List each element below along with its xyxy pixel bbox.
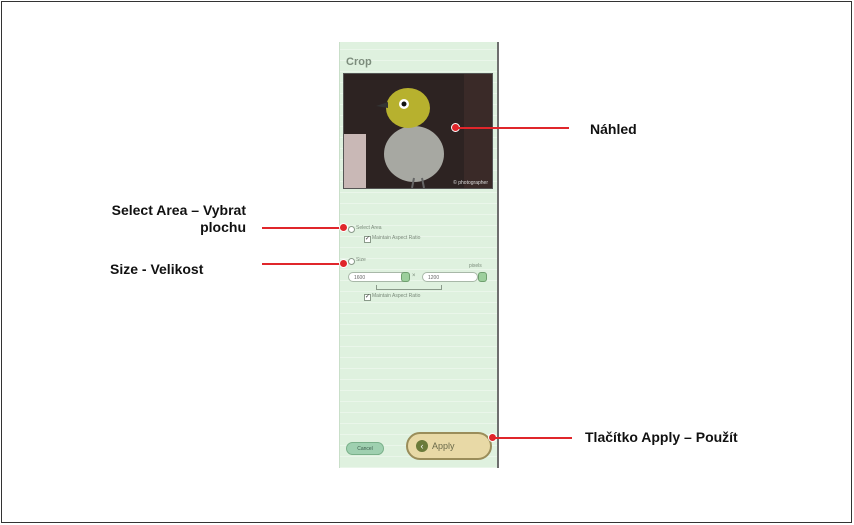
callout-size: Size - Velikost bbox=[110, 261, 204, 277]
width-stepper[interactable] bbox=[401, 272, 410, 282]
size-label: Size bbox=[356, 257, 366, 263]
height-input[interactable]: 1200 bbox=[422, 272, 478, 282]
back-arrow-icon: ‹ bbox=[416, 440, 428, 452]
crop-panel: Crop © photographer Select Area ✓ Mainta… bbox=[339, 42, 499, 468]
select-area-label: Select Area bbox=[356, 225, 382, 231]
cancel-button[interactable]: Cancel bbox=[346, 442, 384, 455]
callout-select-area-line2: plochu bbox=[200, 219, 246, 235]
preview-image: © photographer bbox=[343, 73, 493, 189]
maintain-aspect-checkbox-2[interactable]: ✓ bbox=[364, 294, 371, 301]
callout-select-area-line1: Select Area – Vybrat bbox=[111, 202, 246, 218]
callout-line-preview bbox=[458, 127, 569, 129]
height-stepper[interactable] bbox=[478, 272, 487, 282]
link-bracket bbox=[376, 285, 442, 290]
size-radio[interactable] bbox=[348, 258, 355, 265]
callout-dot-size bbox=[339, 259, 348, 268]
maintain-aspect-checkbox-1[interactable]: ✓ bbox=[364, 236, 371, 243]
callout-line-select-area bbox=[262, 227, 342, 229]
bird-photo bbox=[344, 74, 492, 188]
width-input[interactable]: 1600 bbox=[348, 272, 408, 282]
times-sign: × bbox=[412, 273, 416, 279]
callout-line-size bbox=[262, 263, 342, 265]
callout-dot-select-area bbox=[339, 223, 348, 232]
maintain-aspect-label-2: Maintain Aspect Ratio bbox=[372, 293, 421, 299]
callout-select-area: Select Area – Vybrat plochu bbox=[48, 202, 246, 236]
apply-button[interactable]: ‹ Apply bbox=[406, 432, 492, 460]
panel-title: Crop bbox=[346, 56, 372, 68]
apply-label: Apply bbox=[432, 441, 455, 451]
callout-preview: Náhled bbox=[590, 121, 637, 137]
callout-apply: Tlačítko Apply – Použít bbox=[585, 429, 738, 445]
maintain-aspect-label-1: Maintain Aspect Ratio bbox=[372, 235, 421, 241]
callout-line-apply bbox=[495, 437, 572, 439]
select-area-radio[interactable] bbox=[348, 226, 355, 233]
preview-caption: © photographer bbox=[453, 180, 488, 186]
unit-label: pixels bbox=[469, 263, 482, 269]
